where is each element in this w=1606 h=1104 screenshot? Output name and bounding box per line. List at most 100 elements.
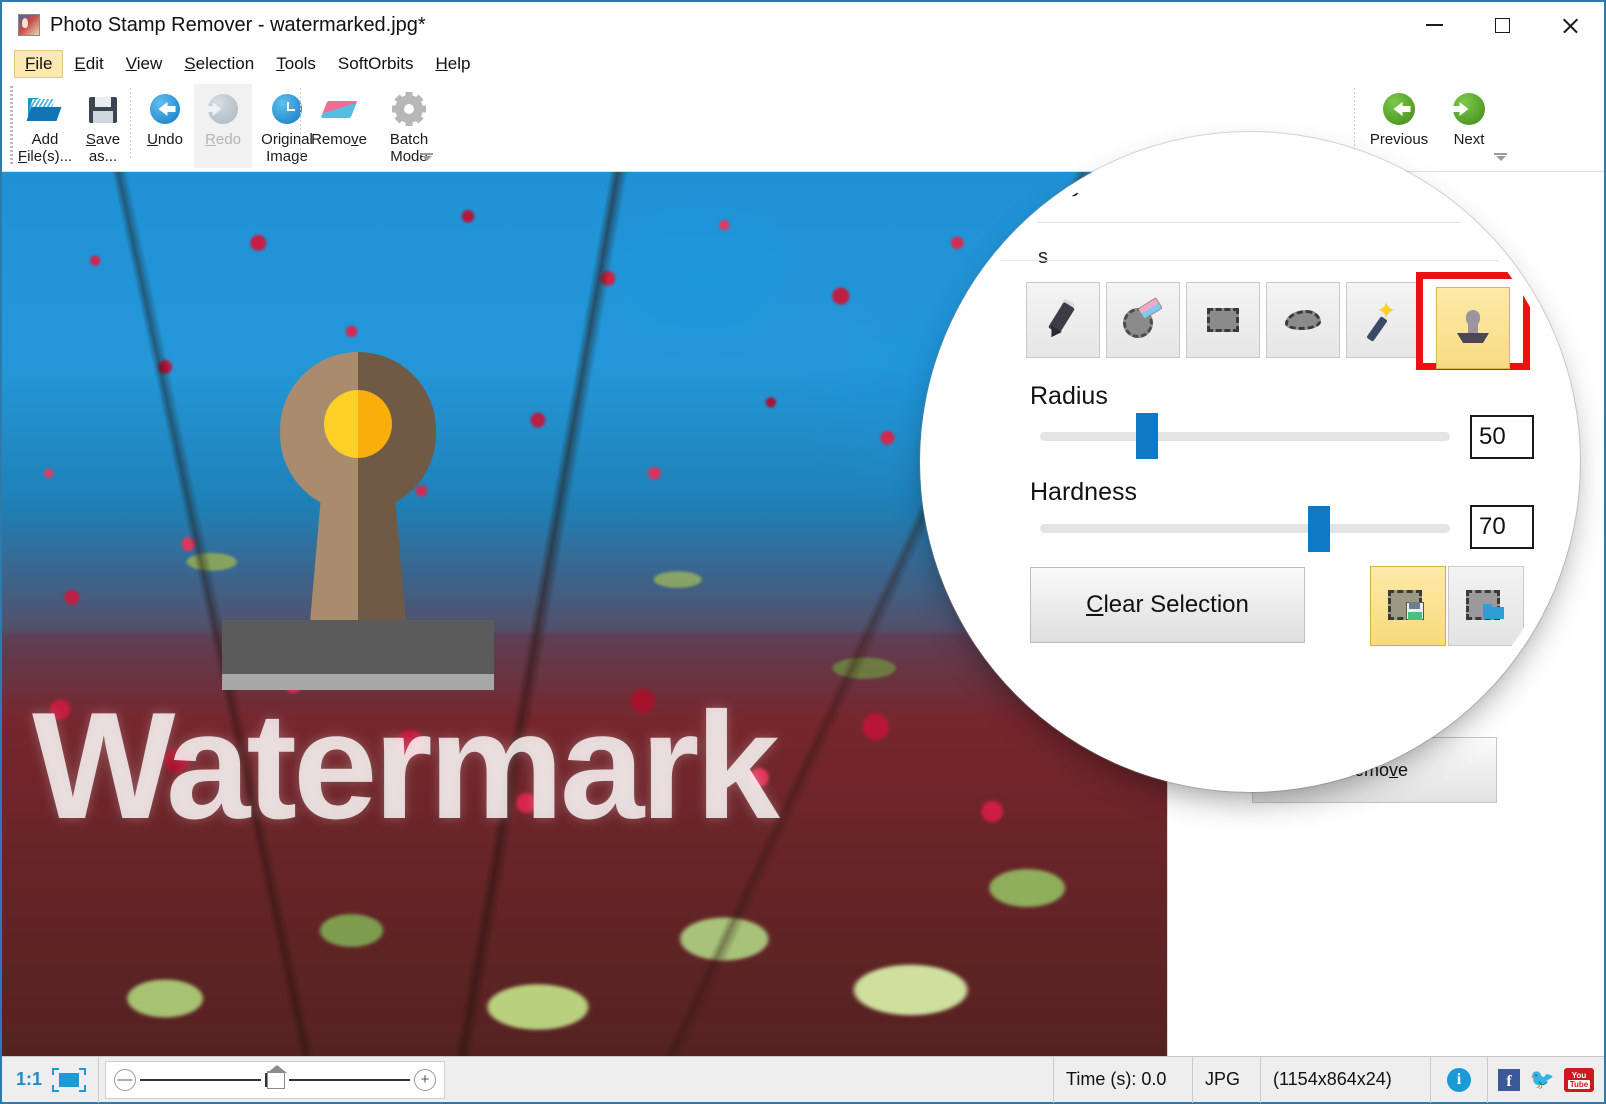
maximize-icon (1494, 17, 1510, 33)
radius-label: Radius (1030, 382, 1108, 410)
undo-button[interactable]: Undo (136, 84, 194, 168)
format-label: JPG (1205, 1069, 1241, 1089)
stamp-cursor (222, 352, 494, 690)
window-controls (1400, 2, 1604, 48)
gear-icon (390, 90, 428, 128)
ribbon-separator-1 (130, 88, 131, 160)
zoom-slider[interactable]: — + (105, 1060, 446, 1099)
twitter-icon[interactable]: 🐦 (1530, 1069, 1555, 1091)
panel-close-icon[interactable] (1530, 178, 1552, 200)
info-cell[interactable]: i (1431, 1056, 1488, 1103)
floppy-disk-icon (84, 90, 122, 128)
ribbon-group-history: Undo Redo Original Image (136, 84, 322, 168)
facebook-icon[interactable]: f (1498, 1068, 1520, 1091)
tool-button-lasso-select[interactable] (1266, 282, 1340, 358)
save-as-button[interactable]: Save as... (74, 84, 132, 168)
tool-button-rectangle-select[interactable] (1186, 282, 1260, 358)
green-right-arrow-icon (1450, 90, 1488, 128)
lasso-select-icon (1281, 298, 1325, 342)
hardness-slider-track[interactable] (1040, 524, 1450, 533)
undo-arrow-icon (146, 90, 184, 128)
eraser-icon (320, 90, 358, 128)
panel-divider-2 (930, 260, 1570, 261)
stamp-tool-highlight (1416, 272, 1530, 370)
save-selection-button[interactable] (1370, 566, 1446, 646)
zoom-ratio-label[interactable]: 1:1 (2, 1069, 52, 1090)
tool-buttons: ✦ (1026, 282, 1420, 358)
panel-section-label: s (1038, 246, 1048, 268)
open-folder-icon (26, 90, 64, 128)
time-label: Time (s): 0.0 (1066, 1069, 1167, 1089)
menu-item-edit[interactable]: Edit (63, 50, 114, 78)
zoom-slider-track-left[interactable] (140, 1078, 262, 1081)
hardness-value-field[interactable]: 70 (1470, 505, 1534, 549)
fit-to-window-icon[interactable] (52, 1067, 87, 1092)
tool-button-magic-wand[interactable]: ✦ (1346, 282, 1420, 358)
ribbon-group-actions: Remove Batch Mode (304, 84, 444, 168)
magnifier-lens: move s ✦ Radius 50 Hardness 70 Clear Sel… (930, 142, 1570, 782)
maximize-button[interactable] (1468, 2, 1536, 48)
youtube-icon[interactable]: You Tube (1564, 1067, 1594, 1092)
save-as-label-2: as... (88, 148, 118, 165)
tool-button-stamp[interactable] (1436, 287, 1510, 369)
eraser-brush-icon (1121, 297, 1165, 342)
home-marker-icon[interactable] (267, 1064, 288, 1089)
menu-item-tools[interactable]: Tools (265, 50, 327, 78)
ribbon-group-file: Add File(s)... Save as... (16, 84, 132, 168)
redo-button[interactable]: Redo (194, 84, 252, 168)
panel-title: move (1016, 172, 1080, 202)
window-title: Photo Stamp Remover - watermarked.jpg* (50, 13, 426, 36)
menu-item-file-rest: ile (35, 54, 53, 73)
time-cell: Time (s): 0.0 (1053, 1056, 1193, 1103)
batch-mode-label-1: Batch (389, 131, 429, 148)
green-left-arrow-icon (1380, 90, 1418, 128)
status-bar: 1:1 — + Time (s): 0.0 JPG (1154x864x24) … (2, 1056, 1604, 1103)
tool-button-eraser[interactable] (1106, 282, 1180, 358)
magic-wand-icon: ✦ (1361, 298, 1405, 342)
add-files-label-1: Add (31, 131, 59, 148)
close-button[interactable] (1536, 2, 1604, 48)
remove-button[interactable]: Remove (304, 84, 374, 168)
app-icon (18, 14, 40, 36)
minimize-button[interactable] (1400, 2, 1468, 48)
close-icon (1561, 16, 1580, 35)
radius-slider-track[interactable] (1040, 432, 1450, 441)
ribbon-grip (10, 86, 13, 164)
load-selection-icon (1464, 584, 1508, 628)
ribbon-expand-icon[interactable] (420, 150, 434, 164)
hardness-label: Hardness (1030, 478, 1137, 506)
menu-item-file[interactable]: File (14, 50, 64, 78)
save-selection-icon (1386, 584, 1430, 628)
tool-button-pencil[interactable] (1026, 282, 1100, 358)
ribbon-separator-2 (300, 88, 301, 160)
zoom-controls: 1:1 (2, 1056, 100, 1103)
add-files-button[interactable]: Add File(s)... (16, 84, 74, 168)
radius-value-field[interactable]: 50 (1470, 415, 1534, 459)
zoom-slider-track-right[interactable] (289, 1078, 411, 1081)
title-bar: Photo Stamp Remover - watermarked.jpg* (2, 2, 1604, 48)
menu-item-view[interactable]: View (115, 50, 174, 78)
original-image-label-2: Image (266, 148, 308, 165)
clear-selection-button[interactable]: Clear Selection (1030, 567, 1305, 643)
zoom-out-button[interactable]: — (114, 1068, 137, 1091)
pencil-icon (1041, 298, 1085, 342)
status-spacer (445, 1057, 1053, 1103)
panel-divider-1 (1026, 222, 1570, 223)
menu-item-softorbits[interactable]: SoftOrbits (327, 50, 425, 78)
menu-item-selection[interactable]: Selection (173, 50, 265, 78)
hardness-slider-thumb[interactable] (1308, 506, 1330, 552)
stamp-icon (1451, 306, 1495, 350)
rectangle-select-icon (1201, 298, 1245, 342)
zoom-in-button[interactable]: + (414, 1068, 437, 1091)
format-cell: JPG (1193, 1056, 1261, 1103)
info-icon[interactable]: i (1447, 1067, 1471, 1092)
load-selection-button[interactable] (1448, 566, 1524, 646)
radius-slider-thumb[interactable] (1136, 413, 1158, 459)
menu-item-help[interactable]: Help (425, 50, 482, 78)
application-window: Photo Stamp Remover - watermarked.jpg* F… (0, 0, 1606, 1104)
redo-arrow-icon (204, 90, 242, 128)
magnifier-content: move s ✦ Radius 50 Hardness 70 Clear Sel… (930, 142, 1570, 782)
minimize-icon (1425, 24, 1443, 26)
social-cell: f 🐦 You Tube (1488, 1057, 1604, 1103)
menu-bar: File Edit View Selection Tools SoftOrbit… (2, 48, 1604, 80)
